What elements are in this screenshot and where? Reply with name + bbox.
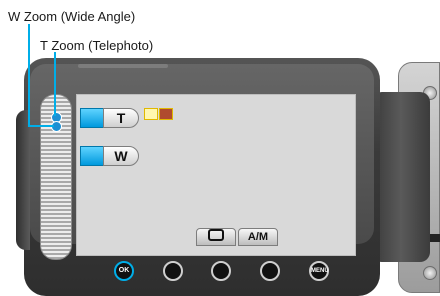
t-zoom-button[interactable]: T: [103, 108, 139, 128]
menu-button[interactable]: MENU: [309, 261, 329, 281]
ok-button[interactable]: OK: [114, 261, 134, 281]
movie-mode-icon: [159, 108, 173, 120]
playback-icon: [208, 229, 224, 241]
w-zoom-button[interactable]: W: [103, 146, 139, 166]
t-zoom-callout: T Zoom (Telephoto): [40, 38, 154, 53]
round-button-1[interactable]: [163, 261, 183, 281]
t-button-tab[interactable]: [80, 108, 104, 128]
round-button-3[interactable]: [260, 261, 280, 281]
w-button-tab[interactable]: [80, 146, 104, 166]
w-zoom-callout-line-v: [28, 24, 30, 127]
round-button-2[interactable]: [211, 261, 231, 281]
w-zoom-callout-line-h: [28, 125, 54, 127]
playback-button[interactable]: [196, 228, 236, 246]
lcd-side-panel: [372, 92, 430, 262]
w-zoom-callout: W Zoom (Wide Angle): [8, 9, 136, 24]
still-mode-icon: [144, 108, 158, 120]
t-zoom-callout-line: [54, 52, 56, 116]
left-grip: [16, 110, 30, 250]
bezel-notch: [78, 64, 168, 68]
hinge-screw-bottom: [423, 266, 437, 280]
auto-manual-button[interactable]: A/M: [238, 228, 278, 246]
